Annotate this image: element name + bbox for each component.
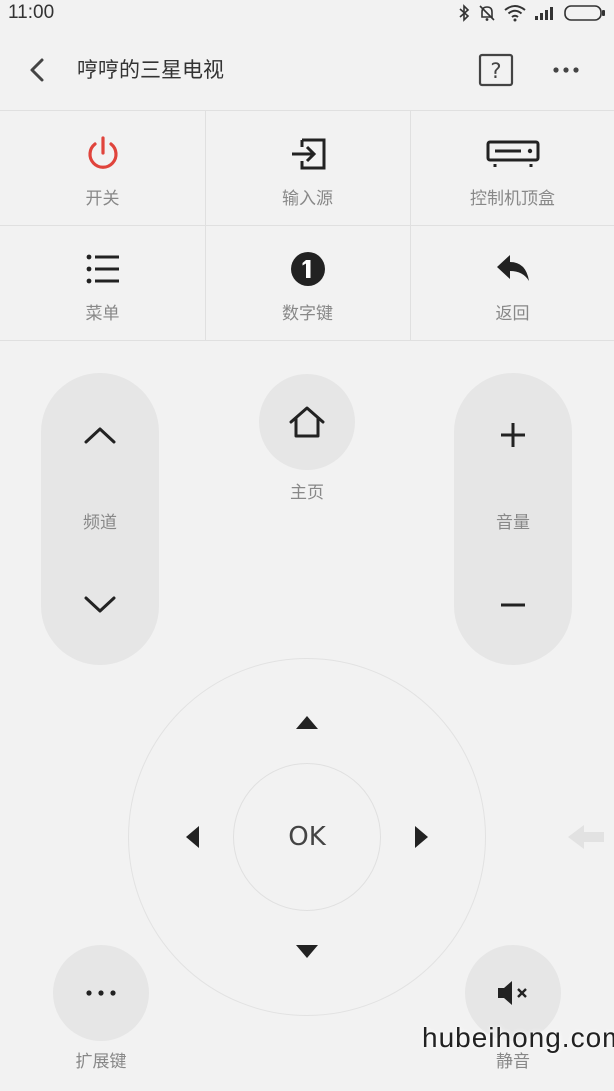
set-top-box-label: 控制机顶盒 (470, 189, 555, 209)
chevron-down-icon (84, 596, 116, 613)
dpad-right-button[interactable] (402, 817, 442, 857)
wifi-icon (504, 5, 526, 22)
home-label: 主页 (290, 483, 324, 503)
extend-keys-button[interactable] (53, 945, 149, 1041)
triangle-down-icon (296, 945, 318, 958)
triangle-left-icon (186, 826, 199, 848)
faint-left-arrow-icon (568, 825, 604, 849)
chevron-up-icon (84, 427, 116, 444)
return-label: 返回 (495, 304, 530, 324)
return-icon (496, 255, 529, 281)
title-bar: 哼哼的三星电视 ? (0, 30, 614, 110)
help-icon[interactable]: ? (478, 52, 514, 88)
dpad-down-button[interactable] (287, 932, 327, 972)
plus-icon (501, 423, 525, 447)
ok-button[interactable]: OK (233, 763, 381, 911)
bluetooth-icon (459, 4, 470, 22)
number-keys-button[interactable]: 数字键 (205, 225, 410, 340)
return-button[interactable]: 返回 (410, 225, 614, 340)
input-source-button[interactable]: 输入源 (205, 110, 410, 225)
watermark: hubeihong.com (422, 1022, 614, 1053)
status-icons (458, 4, 606, 22)
volume-control: 音量 (454, 373, 572, 665)
volume-down-button[interactable] (454, 565, 572, 645)
input-source-label: 输入源 (282, 189, 333, 209)
power-icon (87, 136, 118, 169)
grid-divider (0, 340, 614, 341)
status-time: 11:00 (8, 2, 55, 23)
channel-label: 频道 (83, 513, 117, 533)
minus-icon (501, 603, 525, 607)
triangle-right-icon (415, 826, 428, 848)
menu-label: 菜单 (85, 304, 120, 324)
volume-up-button[interactable] (454, 395, 572, 475)
more-dots-icon (86, 990, 116, 996)
channel-control: 频道 (41, 373, 159, 665)
extend-keys-label: 扩展键 (75, 1052, 127, 1072)
volume-label: 音量 (496, 513, 530, 533)
mute-speaker-icon (498, 981, 527, 1005)
set-top-box-icon (486, 140, 539, 167)
battery-icon (564, 5, 605, 21)
dpad-up-button[interactable] (287, 702, 327, 742)
number-keys-icon (290, 252, 325, 286)
number-keys-label: 数字键 (282, 304, 333, 324)
function-grid: 开关 输入源 控制机顶盒 菜单 数字键 返回 (0, 110, 614, 341)
channel-up-button[interactable] (41, 395, 159, 475)
bell-off-icon (479, 5, 495, 21)
triangle-up-icon (296, 716, 318, 729)
back-arrow-icon[interactable] (22, 52, 54, 88)
menu-list-icon (86, 254, 119, 284)
signal-icon (535, 7, 553, 20)
svg-text:?: ? (490, 59, 501, 83)
dpad-left-button[interactable] (172, 817, 212, 857)
more-options-icon[interactable] (548, 54, 584, 86)
input-source-icon (291, 138, 325, 170)
channel-down-button[interactable] (41, 565, 159, 645)
power-label: 开关 (85, 189, 120, 209)
set-top-box-button[interactable]: 控制机顶盒 (410, 110, 614, 225)
home-icon (289, 406, 325, 438)
status-bar: 11:00 (0, 0, 614, 28)
page-title: 哼哼的三星电视 (77, 58, 224, 82)
home-button[interactable] (259, 374, 355, 470)
power-button[interactable]: 开关 (0, 110, 205, 225)
ok-label: OK (288, 822, 326, 852)
menu-button[interactable]: 菜单 (0, 225, 205, 340)
